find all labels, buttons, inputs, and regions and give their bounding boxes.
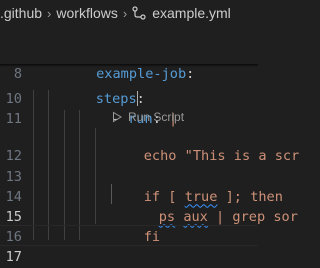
breadcrumb-separator: › <box>122 5 128 21</box>
breadcrumb-folder-workflows[interactable]: workflows <box>56 5 117 21</box>
sticky-scroll-line-7[interactable]: 7 jobs: <box>0 23 258 62</box>
breadcrumb-folder-github[interactable]: .github <box>0 5 42 21</box>
code-line-15[interactable]: 15 ps aux | grep sor <box>0 186 298 225</box>
code-line-11[interactable]: 11 - run: | <box>0 88 258 127</box>
sticky-scroll-line-8[interactable]: 8 example-job: <box>0 43 258 82</box>
yaml-structure-icon <box>132 6 146 20</box>
breadcrumb-file[interactable]: example.yml <box>152 5 231 21</box>
breadcrumb-separator: › <box>47 5 52 21</box>
sticky-scroll-shadow <box>0 64 258 67</box>
text-cursor <box>137 91 138 106</box>
line-number-active: 17 <box>5 248 22 265</box>
code-line-14[interactable]: 14 if [ true ]; then <box>0 166 283 205</box>
code-line-17-current[interactable]: 17 <box>0 225 258 265</box>
code-lens-run-script[interactable]: Run Script <box>111 109 184 125</box>
code-line-10[interactable]: 10 steps: <box>0 68 258 107</box>
code-line-13[interactable]: 13 <box>0 146 258 185</box>
code-line-12[interactable]: 12 echo "This is a scr <box>0 125 300 164</box>
play-icon <box>113 111 122 123</box>
code-lens-label: Run Script <box>128 110 185 124</box>
code-line-16[interactable]: 16 fi <box>0 206 258 245</box>
